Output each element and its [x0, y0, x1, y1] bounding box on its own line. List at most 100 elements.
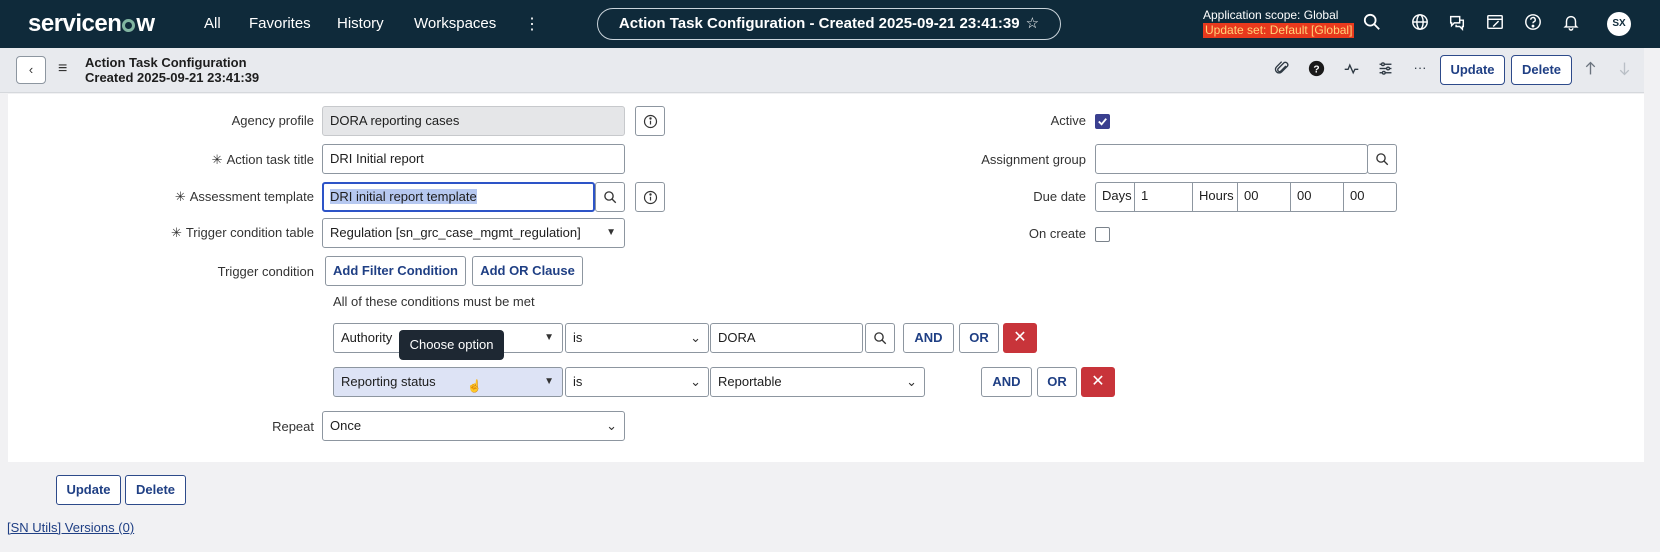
due-date-days-input[interactable]: 1 [1135, 182, 1193, 212]
question-icon[interactable]: ? [1306, 60, 1326, 80]
due-date-hours-input[interactable]: 00 [1238, 182, 1291, 212]
condition-value-lookup-button[interactable] [865, 323, 895, 353]
action-task-title-label: ✳ Action task title [120, 152, 314, 168]
repeat-label: Repeat [272, 419, 314, 434]
arrow-down-icon[interactable] [1614, 60, 1634, 80]
add-or-clause-button[interactable]: Add OR Clause [472, 256, 583, 286]
trigger-condition-table-label-text: Trigger condition table [185, 225, 314, 240]
condition-and-button[interactable]: AND [981, 367, 1032, 397]
footer-delete-button[interactable]: Delete [125, 475, 186, 505]
chat-icon[interactable] [1447, 13, 1467, 33]
bell-icon[interactable] [1561, 13, 1581, 33]
more-icon[interactable]: ··· [1410, 60, 1430, 80]
check-icon [1098, 118, 1107, 126]
update-button[interactable]: Update [1440, 55, 1505, 85]
required-icon: ✳ [174, 189, 186, 204]
caret-down-icon: ▼ [606, 227, 616, 238]
activity-icon[interactable] [1341, 60, 1361, 80]
chevron-down-icon: ⌄ [690, 374, 701, 389]
favorite-star-icon[interactable]: ☆ [1026, 15, 1039, 32]
add-filter-condition-button[interactable]: Add Filter Condition [325, 256, 466, 286]
servicenow-logo[interactable]: servicen w [28, 10, 155, 38]
condition-value-input[interactable]: DORA [710, 323, 863, 353]
versions-link[interactable]: [SN Utils] Versions (0) [7, 520, 134, 535]
back-button[interactable]: ‹ [16, 56, 46, 84]
condition-and-button[interactable]: AND [903, 323, 954, 353]
due-date-days-label: Days [1096, 182, 1135, 212]
action-task-title-input[interactable]: DRI Initial report [322, 144, 625, 174]
more-menu-icon[interactable]: ⋮ [524, 14, 540, 34]
assignment-group-lookup-button[interactable] [1367, 144, 1397, 174]
agency-profile-info-button[interactable] [635, 106, 665, 136]
assessment-template-label: ✳ Assessment template [120, 189, 314, 205]
condition-or-button[interactable]: OR [959, 323, 999, 353]
settings-icon[interactable] [1375, 60, 1395, 80]
condition-field-select[interactable]: Reporting status ▼ [333, 367, 563, 397]
application-scope[interactable]: Application scope: Global Update set: De… [1203, 8, 1355, 38]
assessment-template-label-text: Assessment template [189, 189, 314, 204]
assessment-template-input[interactable]: DRI initial report template [322, 182, 595, 212]
hand-cursor-icon: ☝ [467, 379, 482, 393]
repeat-select[interactable]: Once ⌄ [322, 411, 625, 441]
caret-down-icon: ▼ [544, 332, 554, 343]
trigger-condition-table-value: Regulation [sn_grc_case_mgmt_regulation] [330, 225, 581, 240]
top-navigation: servicen w All Favorites History Workspac… [0, 0, 1660, 48]
search-icon[interactable] [1362, 13, 1382, 33]
update-set-label[interactable]: Update set: Default [Global] [1203, 23, 1355, 38]
action-task-title-label-text: Action task title [226, 152, 314, 167]
help-icon[interactable] [1523, 13, 1543, 33]
nav-favorites[interactable]: Favorites [249, 15, 311, 32]
condition-or-button[interactable]: OR [1037, 367, 1077, 397]
due-date-hours-label: Hours [1193, 182, 1238, 212]
nav-workspaces[interactable]: Workspaces [414, 15, 496, 32]
condition-value-select[interactable]: Reportable ⌄ [710, 367, 925, 397]
due-date-label: Due date [1033, 189, 1086, 204]
condition-value: Reportable [718, 374, 782, 389]
form-title: Action Task Configuration Created 2025-0… [85, 55, 259, 85]
agency-profile-field: DORA reporting cases [322, 106, 625, 136]
delete-condition-button[interactable]: ✕ [1003, 323, 1037, 353]
record-title: Action Task Configuration - Created 2025… [618, 15, 1020, 32]
tooltip: Choose option [399, 330, 504, 360]
close-icon: ✕ [1091, 373, 1105, 390]
assessment-template-value: DRI initial report template [330, 189, 477, 204]
on-create-checkbox[interactable] [1095, 227, 1110, 242]
form-title-line2: Created 2025-09-21 23:41:39 [85, 70, 260, 85]
scrollbar[interactable] [1644, 48, 1660, 552]
condition-operator-value: is [573, 330, 583, 345]
required-icon: ✳ [211, 152, 223, 167]
close-icon: ✕ [1013, 329, 1027, 346]
active-checkbox[interactable] [1095, 114, 1110, 129]
agency-profile-label: Agency profile [231, 113, 314, 128]
footer-update-button[interactable]: Update [56, 475, 121, 505]
due-date-seconds-input[interactable]: 00 [1344, 182, 1396, 212]
delete-condition-button[interactable]: ✕ [1081, 367, 1115, 397]
nav-history[interactable]: History [337, 15, 384, 32]
assessment-template-info-button[interactable] [635, 182, 665, 212]
avatar[interactable]: SX [1607, 12, 1631, 36]
globe-icon[interactable] [1410, 13, 1430, 33]
attachment-icon[interactable] [1272, 60, 1292, 80]
condition-field-value: Authority [341, 330, 393, 345]
scope-label: Application scope: Global [1203, 8, 1339, 22]
form-title-line1: Action Task Configuration [85, 55, 247, 70]
condition-operator-select[interactable]: is ⌄ [565, 367, 709, 397]
trigger-condition-table-select[interactable]: Regulation [sn_grc_case_mgmt_regulation]… [322, 218, 625, 248]
caret-down-icon: ▼ [544, 376, 554, 387]
assignment-group-label: Assignment group [981, 152, 1086, 167]
record-title-pill[interactable]: Action Task Configuration - Created 2025… [597, 8, 1061, 40]
studio-icon[interactable] [1485, 13, 1505, 33]
repeat-value: Once [330, 418, 362, 433]
active-label: Active [1050, 113, 1086, 128]
arrow-up-icon[interactable] [1580, 60, 1600, 80]
delete-button[interactable]: Delete [1511, 55, 1572, 85]
due-date-minutes-input[interactable]: 00 [1291, 182, 1344, 212]
condition-operator-select[interactable]: is ⌄ [565, 323, 709, 353]
chevron-down-icon: ⌄ [606, 418, 617, 433]
chevron-down-icon: ⌄ [690, 330, 701, 345]
assessment-template-lookup-button[interactable] [595, 182, 625, 212]
nav-all[interactable]: All [204, 15, 221, 32]
conditions-summary: All of these conditions must be met [333, 294, 535, 309]
context-menu-icon[interactable]: ≡ [58, 60, 67, 78]
assignment-group-input[interactable] [1095, 144, 1368, 174]
